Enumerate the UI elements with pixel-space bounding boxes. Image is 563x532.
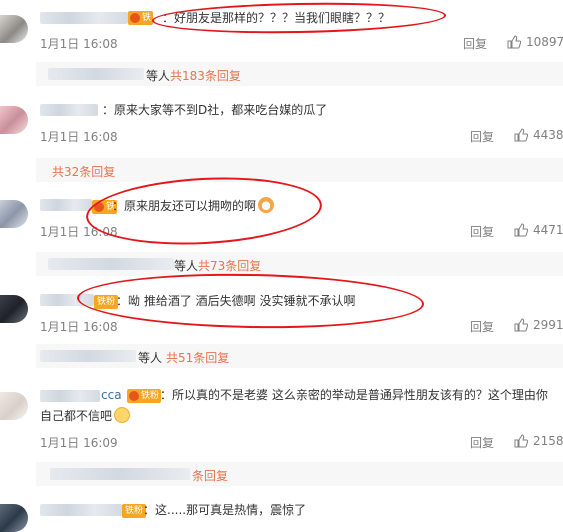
comment-time: 1月1日 16:08 <box>40 320 118 334</box>
subreply-prefix: 等人 <box>146 69 171 83</box>
avatar[interactable] <box>0 106 28 134</box>
comment-text: ：原来朋友还可以拥吻的啊 <box>112 196 275 217</box>
avatar[interactable] <box>0 504 28 532</box>
username-blurred[interactable] <box>40 294 94 306</box>
username-blurred[interactable] <box>40 504 122 516</box>
fan-badge[interactable]: 铁 <box>128 11 154 25</box>
reply-button[interactable]: 回复 <box>470 223 494 240</box>
like-icon[interactable] <box>514 318 528 332</box>
subreply-row: 等人 共73条回复 <box>36 252 563 276</box>
comment-2: ：原来大家等不到D社，都来吃台媒的瓜了 1月1日 16:08 回复 4438 <box>0 96 563 151</box>
username-blurred[interactable] <box>40 12 128 24</box>
comment-text: ：呦 推给酒了 酒后失德啊 没实锤就不承认啊 <box>116 294 356 308</box>
like-count: 10897 <box>526 35 563 49</box>
comment-4: 铁粉 ：呦 推给酒了 酒后失德啊 没实锤就不承认啊 1月1日 16:08 回复 … <box>0 285 563 340</box>
comment-time: 1月1日 16:08 <box>40 130 118 144</box>
reply-button[interactable]: 回复 <box>470 128 494 145</box>
avatar[interactable] <box>0 392 28 420</box>
subreply-count-link[interactable]: 共183条回复 <box>170 67 241 84</box>
comment-5: cca 铁粉 ：所以真的不是老婆 这么亲密的举动是普通异性朋友该有的？这个理由你… <box>0 380 563 460</box>
username-tail[interactable]: cca <box>101 385 122 406</box>
like-icon[interactable] <box>514 128 528 142</box>
subreply-names-blurred <box>50 468 190 480</box>
like-icon[interactable] <box>514 223 528 237</box>
like-count: 4438 <box>533 128 563 142</box>
cat-emoji-icon <box>258 197 275 213</box>
avatar[interactable] <box>0 295 28 323</box>
comment-3: 铁 ：原来朋友还可以拥吻的啊 1月1日 16:08 回复 4471 <box>0 190 563 245</box>
comment-text: ：原来大家等不到D社，都来吃台媒的瓜了 <box>102 103 328 117</box>
like-count: 4471 <box>533 223 563 237</box>
like-icon[interactable] <box>507 35 521 49</box>
comment-time: 1月1日 16:08 <box>40 37 118 51</box>
subreply-prefix: 等人 <box>138 351 163 365</box>
subreply-names-blurred <box>48 258 174 270</box>
comment-text: ：好朋友是那样的？？？当我们眼瞎？？？ <box>162 11 391 25</box>
subreply-count-link[interactable]: 共51条回复 <box>166 349 229 366</box>
subreply-names-blurred <box>40 350 136 362</box>
comment-text-line2: 自己都不信吧 <box>40 406 131 427</box>
comment-time: 1月1日 16:09 <box>40 436 118 450</box>
subreply-row: 等人 共51条回复 <box>36 344 563 368</box>
comment-6: 铁粉 ：这.....那可真是热情，震惊了 <box>0 496 563 532</box>
subreply-row: 条回复 <box>36 462 563 486</box>
avatar[interactable] <box>0 15 28 43</box>
comment-time: 1月1日 16:08 <box>40 225 118 239</box>
reply-button[interactable]: 回复 <box>463 35 487 52</box>
comment-text: ：这.....那可真是热情，震惊了 <box>143 503 307 517</box>
comment-text: ：所以真的不是老婆 这么亲密的举动是普通异性朋友该有的？这个理由你 <box>160 388 548 402</box>
like-icon[interactable] <box>514 434 528 448</box>
username-blurred[interactable] <box>40 390 100 402</box>
subreply-prefix: 等人 <box>174 259 199 273</box>
username-blurred[interactable] <box>40 104 98 116</box>
subreply-count-link[interactable]: 共73条回复 <box>198 257 261 274</box>
like-count: 2158 <box>533 434 563 448</box>
thinking-emoji-icon <box>114 407 131 423</box>
avatar[interactable] <box>0 200 28 228</box>
fan-badge[interactable]: 铁粉 <box>94 295 119 309</box>
subreply-count-link[interactable]: 条回复 <box>192 467 228 484</box>
comment-1: 铁 ：好朋友是那样的？？？当我们眼瞎？？？ 1月1日 16:08 回复 1089… <box>0 0 563 60</box>
subreply-row: 等人 共183条回复 <box>36 62 563 86</box>
username-blurred[interactable] <box>40 199 92 211</box>
subreply-count-link[interactable]: 共32条回复 <box>52 163 115 180</box>
like-count: 2991 <box>533 318 563 332</box>
reply-button[interactable]: 回复 <box>470 318 494 335</box>
subreply-row: 共32条回复 <box>36 158 563 182</box>
reply-button[interactable]: 回复 <box>470 434 494 451</box>
fan-badge[interactable]: 铁粉 <box>127 389 162 403</box>
subreply-names-blurred <box>48 68 144 80</box>
